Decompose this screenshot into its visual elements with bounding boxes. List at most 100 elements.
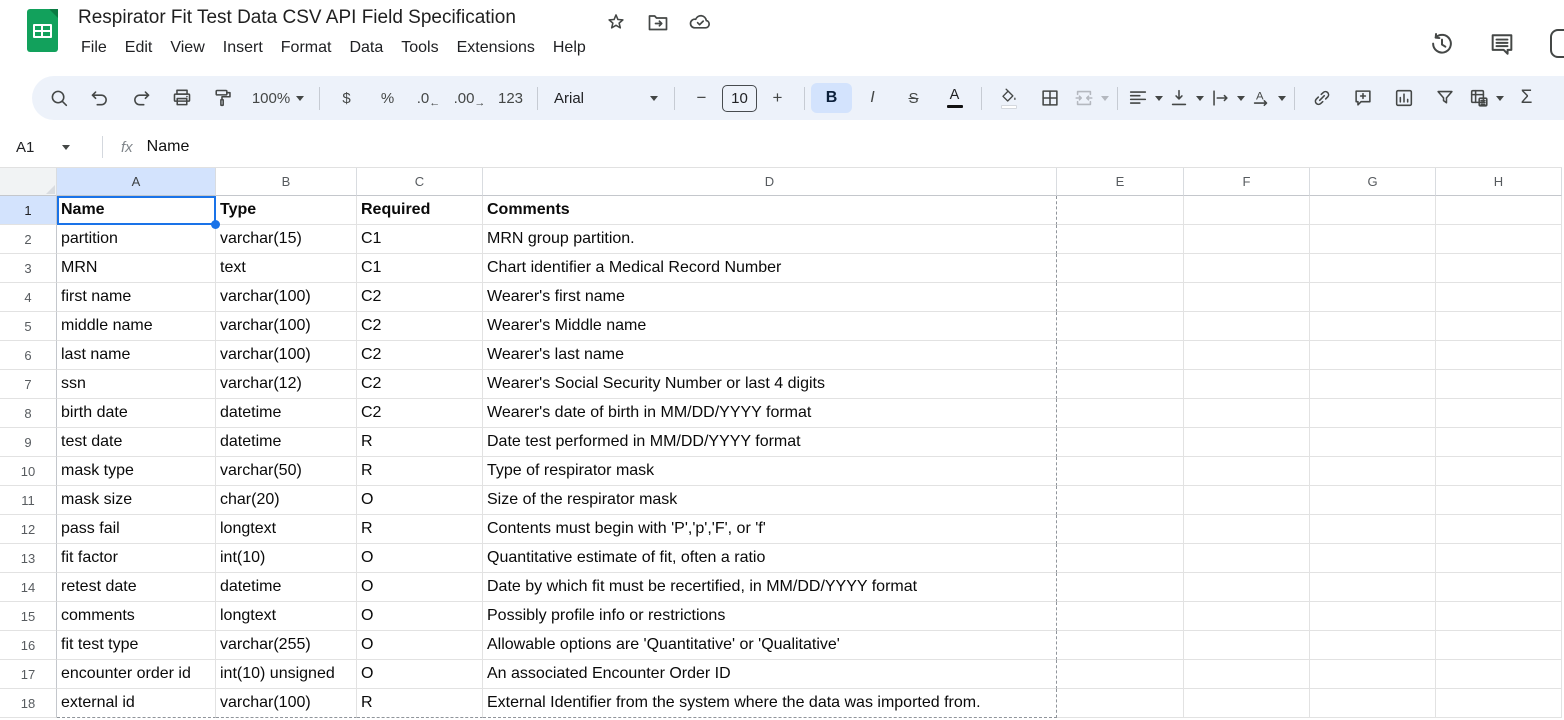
cell-H2[interactable] [1436,225,1562,254]
cell-E12[interactable] [1057,515,1184,544]
menu-view[interactable]: View [161,36,213,60]
cell-D18[interactable]: External Identifier from the system wher… [483,689,1057,718]
column-header-B[interactable]: B [216,168,357,196]
name-box[interactable]: A1 [0,139,98,156]
cell-G8[interactable] [1310,399,1436,428]
cell-A13[interactable]: fit factor [57,544,216,573]
cell-F9[interactable] [1184,428,1310,457]
star-icon[interactable] [602,8,630,36]
italic-button[interactable]: I [852,83,893,113]
search-button[interactable] [38,83,79,113]
merge-cells-button[interactable] [1070,83,1111,113]
column-header-E[interactable]: E [1057,168,1184,196]
cell-D4[interactable]: Wearer's first name [483,283,1057,312]
cell-C3[interactable]: C1 [357,254,483,283]
cell-D1[interactable]: Comments [483,196,1057,225]
cell-E15[interactable] [1057,602,1184,631]
sheets-logo-icon[interactable] [27,9,58,52]
cell-F5[interactable] [1184,312,1310,341]
row-header-4[interactable]: 4 [0,283,57,312]
cell-B7[interactable]: varchar(12) [216,370,357,399]
cell-C1[interactable]: Required [357,196,483,225]
cell-D11[interactable]: Size of the respirator mask [483,486,1057,515]
cell-A8[interactable]: birth date [57,399,216,428]
cell-G4[interactable] [1310,283,1436,312]
row-header-2[interactable]: 2 [0,225,57,254]
cell-E1[interactable] [1057,196,1184,225]
cell-G17[interactable] [1310,660,1436,689]
document-title[interactable]: Respirator Fit Test Data CSV API Field S… [78,7,516,29]
row-header-11[interactable]: 11 [0,486,57,515]
cell-C9[interactable]: R [357,428,483,457]
cell-G12[interactable] [1310,515,1436,544]
cell-A10[interactable]: mask type [57,457,216,486]
cell-B15[interactable]: longtext [216,602,357,631]
column-header-G[interactable]: G [1310,168,1436,196]
text-color-button[interactable]: A [934,83,975,113]
cell-A4[interactable]: first name [57,283,216,312]
cell-C7[interactable]: C2 [357,370,483,399]
cell-H1[interactable] [1436,196,1562,225]
increase-decimal-button[interactable]: .00 → [449,83,490,113]
cell-H6[interactable] [1436,341,1562,370]
cell-B8[interactable]: datetime [216,399,357,428]
fill-color-button[interactable] [988,83,1029,113]
cell-G15[interactable] [1310,602,1436,631]
cell-D14[interactable]: Date by which fit must be recertified, i… [483,573,1057,602]
cell-C15[interactable]: O [357,602,483,631]
cell-G10[interactable] [1310,457,1436,486]
cell-D8[interactable]: Wearer's date of birth in MM/DD/YYYY for… [483,399,1057,428]
bold-button[interactable]: B [811,83,852,113]
cell-D16[interactable]: Allowable options are 'Quantitative' or … [483,631,1057,660]
cell-G18[interactable] [1310,689,1436,718]
cell-C17[interactable]: O [357,660,483,689]
cell-C2[interactable]: C1 [357,225,483,254]
row-header-18[interactable]: 18 [0,689,57,718]
cell-B6[interactable]: varchar(100) [216,341,357,370]
cell-C10[interactable]: R [357,457,483,486]
cell-F12[interactable] [1184,515,1310,544]
comments-icon[interactable] [1488,30,1516,58]
cell-A9[interactable]: test date [57,428,216,457]
cell-A3[interactable]: MRN [57,254,216,283]
cell-F10[interactable] [1184,457,1310,486]
cell-A5[interactable]: middle name [57,312,216,341]
cell-D2[interactable]: MRN group partition. [483,225,1057,254]
cell-A7[interactable]: ssn [57,370,216,399]
cell-E3[interactable] [1057,254,1184,283]
cell-A15[interactable]: comments [57,602,216,631]
menu-format[interactable]: Format [272,36,341,60]
cell-B18[interactable]: varchar(100) [216,689,357,718]
cell-F14[interactable] [1184,573,1310,602]
cell-B2[interactable]: varchar(15) [216,225,357,254]
row-header-5[interactable]: 5 [0,312,57,341]
cell-D6[interactable]: Wearer's last name [483,341,1057,370]
currency-button[interactable]: $ [326,83,367,113]
cell-H17[interactable] [1436,660,1562,689]
row-header-15[interactable]: 15 [0,602,57,631]
cell-E2[interactable] [1057,225,1184,254]
cell-F18[interactable] [1184,689,1310,718]
percent-button[interactable]: % [367,83,408,113]
cell-E16[interactable] [1057,631,1184,660]
cell-B3[interactable]: text [216,254,357,283]
cell-H14[interactable] [1436,573,1562,602]
print-button[interactable] [161,83,202,113]
row-header-6[interactable]: 6 [0,341,57,370]
cell-C13[interactable]: O [357,544,483,573]
cell-H16[interactable] [1436,631,1562,660]
cell-C5[interactable]: C2 [357,312,483,341]
functions-button[interactable]: Σ [1506,83,1547,113]
cell-B13[interactable]: int(10) [216,544,357,573]
cell-H8[interactable] [1436,399,1562,428]
font-size-input[interactable]: 10 [722,85,757,112]
table-button[interactable] [1465,83,1506,113]
insert-comment-button[interactable] [1342,83,1383,113]
cell-H5[interactable] [1436,312,1562,341]
row-header-7[interactable]: 7 [0,370,57,399]
cell-A2[interactable]: partition [57,225,216,254]
menu-extensions[interactable]: Extensions [448,36,544,60]
cell-A11[interactable]: mask size [57,486,216,515]
cell-C14[interactable]: O [357,573,483,602]
cell-D7[interactable]: Wearer's Social Security Number or last … [483,370,1057,399]
